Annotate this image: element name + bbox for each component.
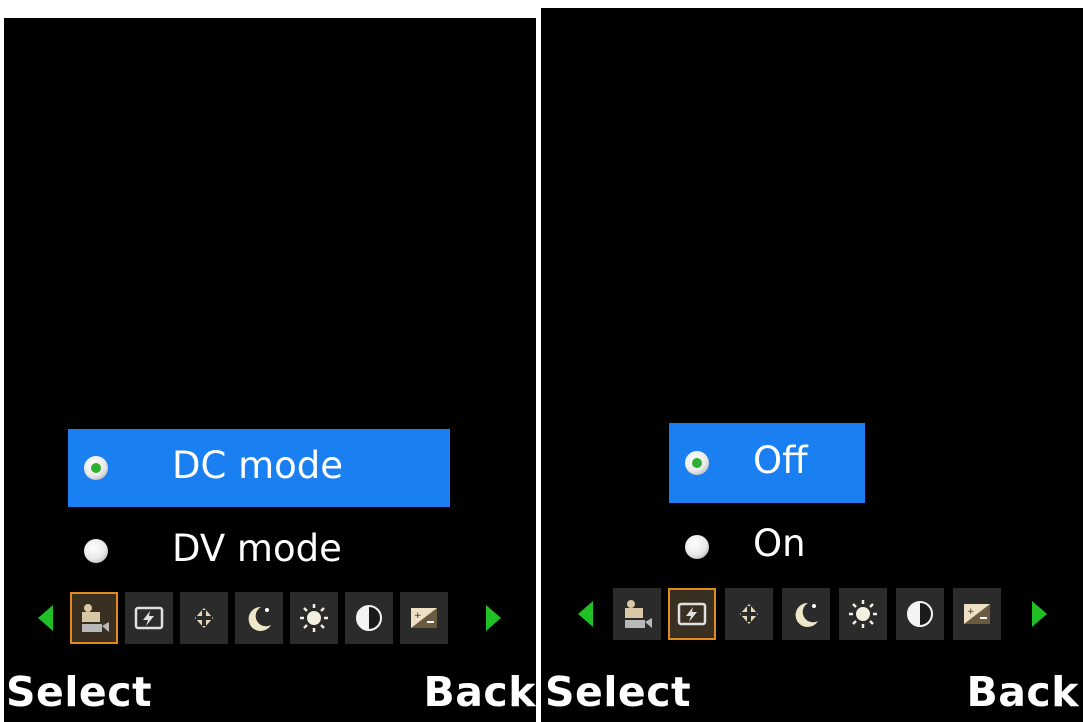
brightness-icon[interactable] [839, 588, 887, 640]
capture-mode-icon[interactable] [70, 592, 118, 644]
settings-toolbar: + [4, 592, 536, 646]
exposure-icon[interactable]: + [953, 588, 1001, 640]
arrow-right-icon[interactable] [486, 605, 501, 631]
focus-icon[interactable] [180, 592, 228, 644]
softkey-right[interactable]: Back [424, 668, 537, 716]
camera-screen-right: Off On + Select Back [541, 8, 1083, 722]
contrast-icon[interactable] [896, 588, 944, 640]
arrow-right-icon[interactable] [1032, 601, 1047, 627]
settings-toolbar: + [541, 588, 1083, 642]
flash-icon[interactable] [668, 588, 716, 640]
night-mode-icon[interactable] [782, 588, 830, 640]
radio-unchecked-icon [84, 539, 108, 563]
exposure-icon[interactable]: + [400, 592, 448, 644]
svg-text:+: + [414, 611, 422, 621]
softkey-left[interactable]: Select [545, 668, 691, 716]
flash-icon[interactable] [125, 592, 173, 644]
contrast-icon[interactable] [345, 592, 393, 644]
menu-item-label: On [753, 522, 806, 565]
focus-icon[interactable] [725, 588, 773, 640]
arrow-left-icon[interactable] [38, 605, 53, 631]
menu-item-off[interactable]: Off [669, 423, 865, 503]
softkey-left[interactable]: Select [6, 668, 152, 716]
menu-item-label: Off [753, 439, 808, 482]
menu-item-dc-mode[interactable]: DC mode [68, 429, 450, 507]
softkey-right[interactable]: Back [967, 668, 1080, 716]
radio-checked-icon [685, 451, 709, 475]
radio-checked-icon [84, 456, 108, 480]
brightness-icon[interactable] [290, 592, 338, 644]
night-mode-icon[interactable] [235, 592, 283, 644]
menu-item-label: DC mode [172, 444, 344, 487]
radio-unchecked-icon [685, 535, 709, 559]
capture-mode-icon[interactable] [613, 588, 661, 640]
svg-text:+: + [967, 607, 975, 617]
camera-screen-left: DC mode DV mode + Select Back [4, 18, 536, 722]
menu-item-label: DV mode [172, 527, 342, 570]
menu-item-dv-mode[interactable]: DV mode [68, 513, 450, 591]
arrow-left-icon[interactable] [578, 601, 593, 627]
menu-item-on[interactable]: On [669, 508, 865, 586]
